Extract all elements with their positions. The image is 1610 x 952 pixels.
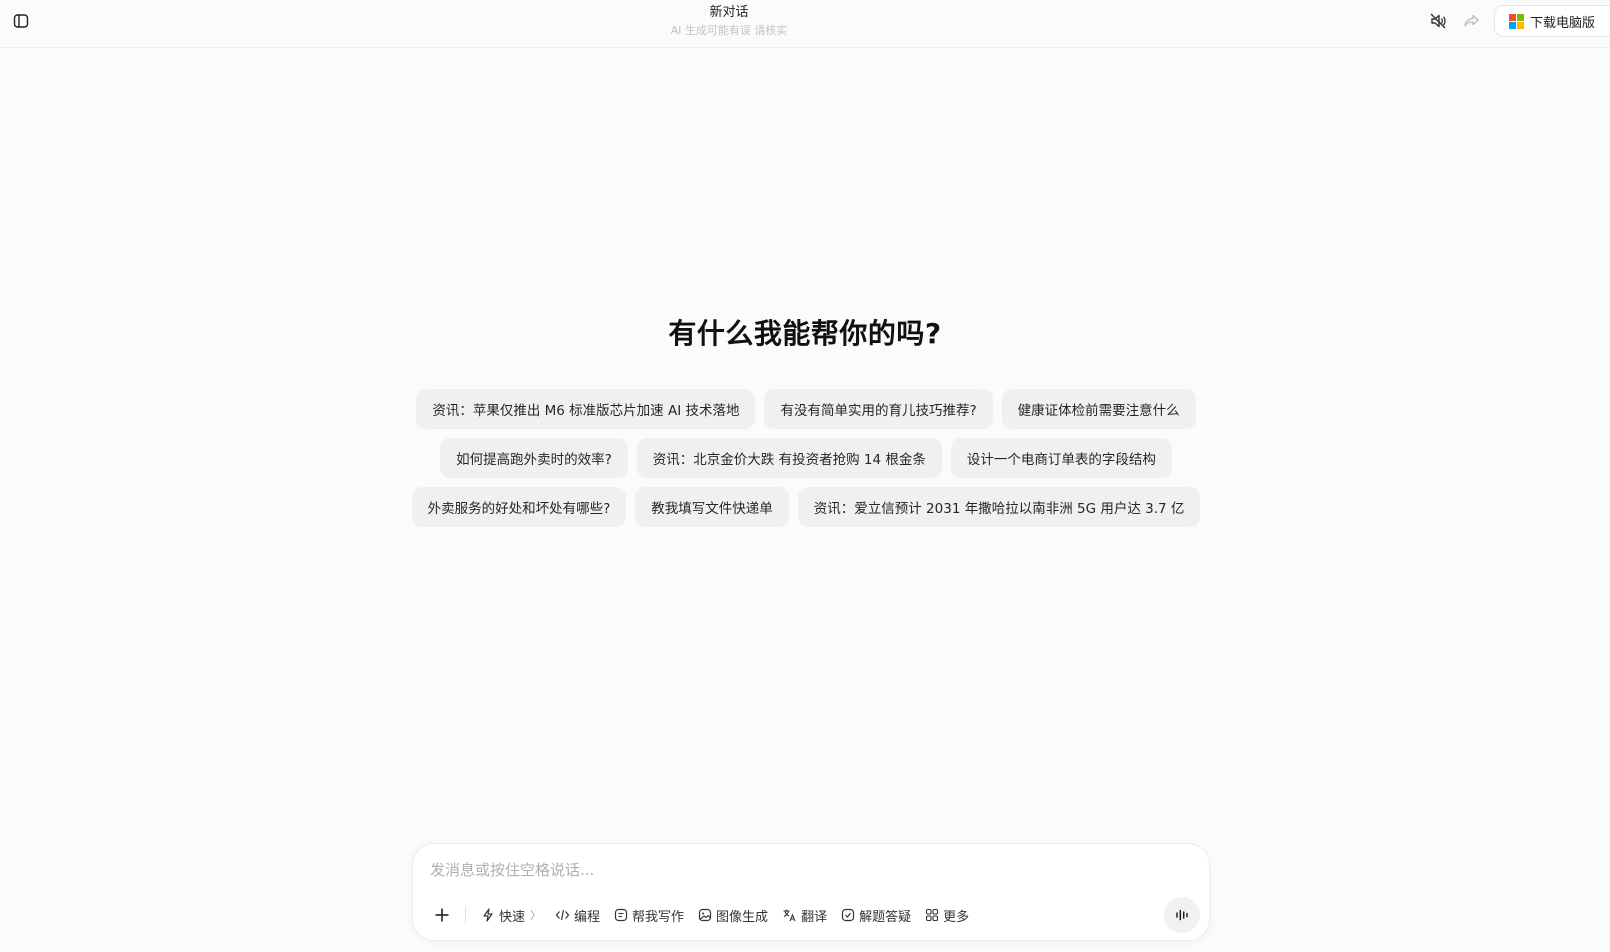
voice-wave-icon[interactable] [1164,897,1200,933]
share-arrow-icon[interactable] [1461,10,1483,32]
toolbar-divider [465,907,466,923]
suggestion-row: 资讯：苹果仅推出 M6 标准版芯片加速 AI 技术落地 有没有简单实用的育儿技巧… [200,389,1412,429]
suggestion-chip[interactable]: 教我填写文件快递单 [635,487,789,527]
translate-button[interactable]: 翻译 [775,901,834,929]
message-input[interactable] [430,858,1130,882]
suggestion-chip[interactable]: 资讯：北京金价大跌 有投资者抢购 14 根金条 [636,438,942,478]
code-label: 编程 [574,909,601,925]
plus-icon[interactable] [427,900,457,930]
more-tools-label: 更多 [943,909,970,925]
suggestion-row: 如何提高跑外卖时的效率? 资讯：北京金价大跌 有投资者抢购 14 根金条 设计一… [200,438,1412,478]
image-generation-button[interactable]: 图像生成 [691,901,775,929]
welcome-heading: 有什么我能帮你的吗? [668,317,942,350]
writing-button[interactable]: 帮我写作 [607,901,691,929]
download-desktop-button[interactable]: 下载电脑版 [1494,5,1610,37]
suggestion-chip[interactable]: 设计一个电商订单表的字段结构 [950,438,1172,478]
translate-icon [783,909,796,922]
windows-logo-icon [1509,13,1524,29]
suggestion-chip[interactable]: 外卖服务的好处和坏处有哪些? [411,487,627,527]
suggestion-chip[interactable]: 资讯：爱立信预计 2031 年撒哈拉以南非洲 5G 用户达 3.7 亿 [797,487,1201,527]
composer-toolbar: 快速 〉 编程 帮我写作 图像生成 翻译 解题答疑 更多 [427,900,976,930]
suggestion-chip[interactable]: 资讯：苹果仅推出 M6 标准版芯片加速 AI 技术落地 [416,389,756,429]
lightning-icon [483,908,493,922]
suggestion-row: 外卖服务的好处和坏处有哪些? 教我填写文件快递单 资讯：爱立信预计 2031 年… [200,487,1412,527]
speaker-muted-icon[interactable] [1427,10,1449,32]
check-square-icon [841,908,855,922]
conversation-title: 新对话 [709,5,749,20]
translate-label: 翻译 [801,909,828,925]
conversation-header: 新对话 AI 生成可能有误 请核实 [0,5,1458,39]
writing-label: 帮我写作 [632,909,685,925]
image-generation-label: 图像生成 [716,909,769,925]
top-bar: 新对话 AI 生成可能有误 请核实 下载电脑版 [0,0,1610,48]
problem-solving-button[interactable]: 解题答疑 [834,901,918,929]
grid-icon [926,908,939,922]
suggestion-chip[interactable]: 有没有简单实用的育儿技巧推荐? [764,389,993,429]
download-desktop-label: 下载电脑版 [1530,15,1596,31]
suggestion-chip[interactable]: 健康证体检前需要注意什么 [1001,389,1196,429]
suggestion-chip[interactable]: 如何提高跑外卖时的效率? [440,438,628,478]
code-button[interactable]: 编程 [548,901,607,929]
more-tools-button[interactable]: 更多 [918,901,976,929]
suggestion-chips: 资讯：苹果仅推出 M6 标准版芯片加速 AI 技术落地 有没有简单实用的育儿技巧… [0,389,1610,536]
message-composer: 快速 〉 编程 帮我写作 图像生成 翻译 解题答疑 更多 [412,843,1210,941]
problem-solving-label: 解题答疑 [859,909,912,925]
document-edit-icon [614,908,628,922]
image-icon [698,908,712,922]
chevron-right-icon: 〉 [530,909,542,922]
ai-disclaimer: AI 生成可能有误 请核实 [670,24,788,37]
fast-mode-label: 快速 [499,909,526,925]
code-icon [555,909,570,921]
fast-mode-button[interactable]: 快速 〉 [474,901,548,929]
